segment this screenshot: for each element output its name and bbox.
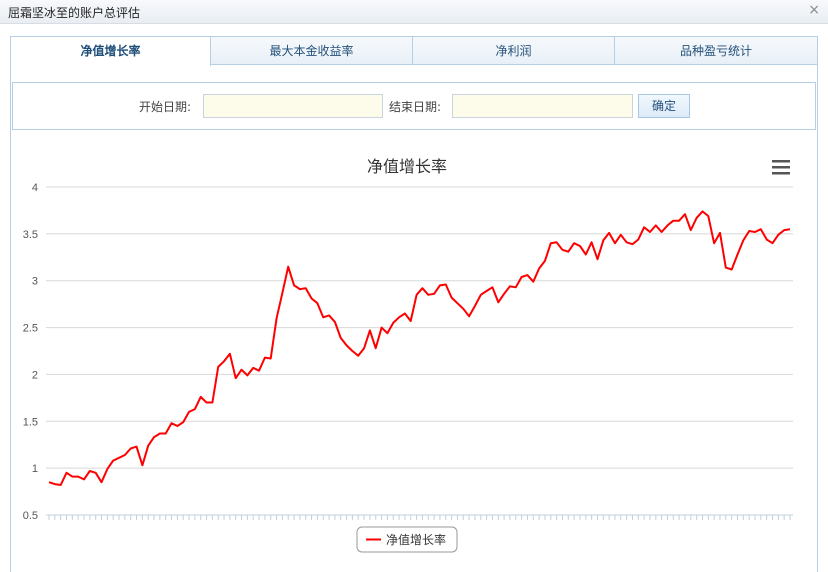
net-value-growth-chart: 净值增长率 0.5 1 1.5 2 2.5 3 3.5 4 净值增长率 xyxy=(23,158,793,553)
y-tick-label: 1.5 xyxy=(23,416,38,428)
series-line-net-value-growth xyxy=(48,210,791,486)
y-tick-label: 3 xyxy=(32,276,38,288)
y-tick-label: 4 xyxy=(32,182,38,194)
hamburger-menu-icon[interactable] xyxy=(772,160,790,175)
y-tick-label: 2.5 xyxy=(23,323,38,335)
x-axis xyxy=(48,515,791,520)
y-tick-label: 2 xyxy=(32,369,38,381)
y-tick-label: 0.5 xyxy=(23,510,38,522)
y-axis: 0.5 1 1.5 2 2.5 3 3.5 4 xyxy=(23,182,38,522)
y-tick-label: 1 xyxy=(32,463,38,475)
chart-legend[interactable]: 净值增长率 xyxy=(356,526,458,553)
chart-grid xyxy=(46,186,793,516)
chart-title: 净值增长率 xyxy=(367,158,447,176)
y-tick-label: 3.5 xyxy=(23,229,38,241)
legend-label: 净值增长率 xyxy=(386,532,446,547)
